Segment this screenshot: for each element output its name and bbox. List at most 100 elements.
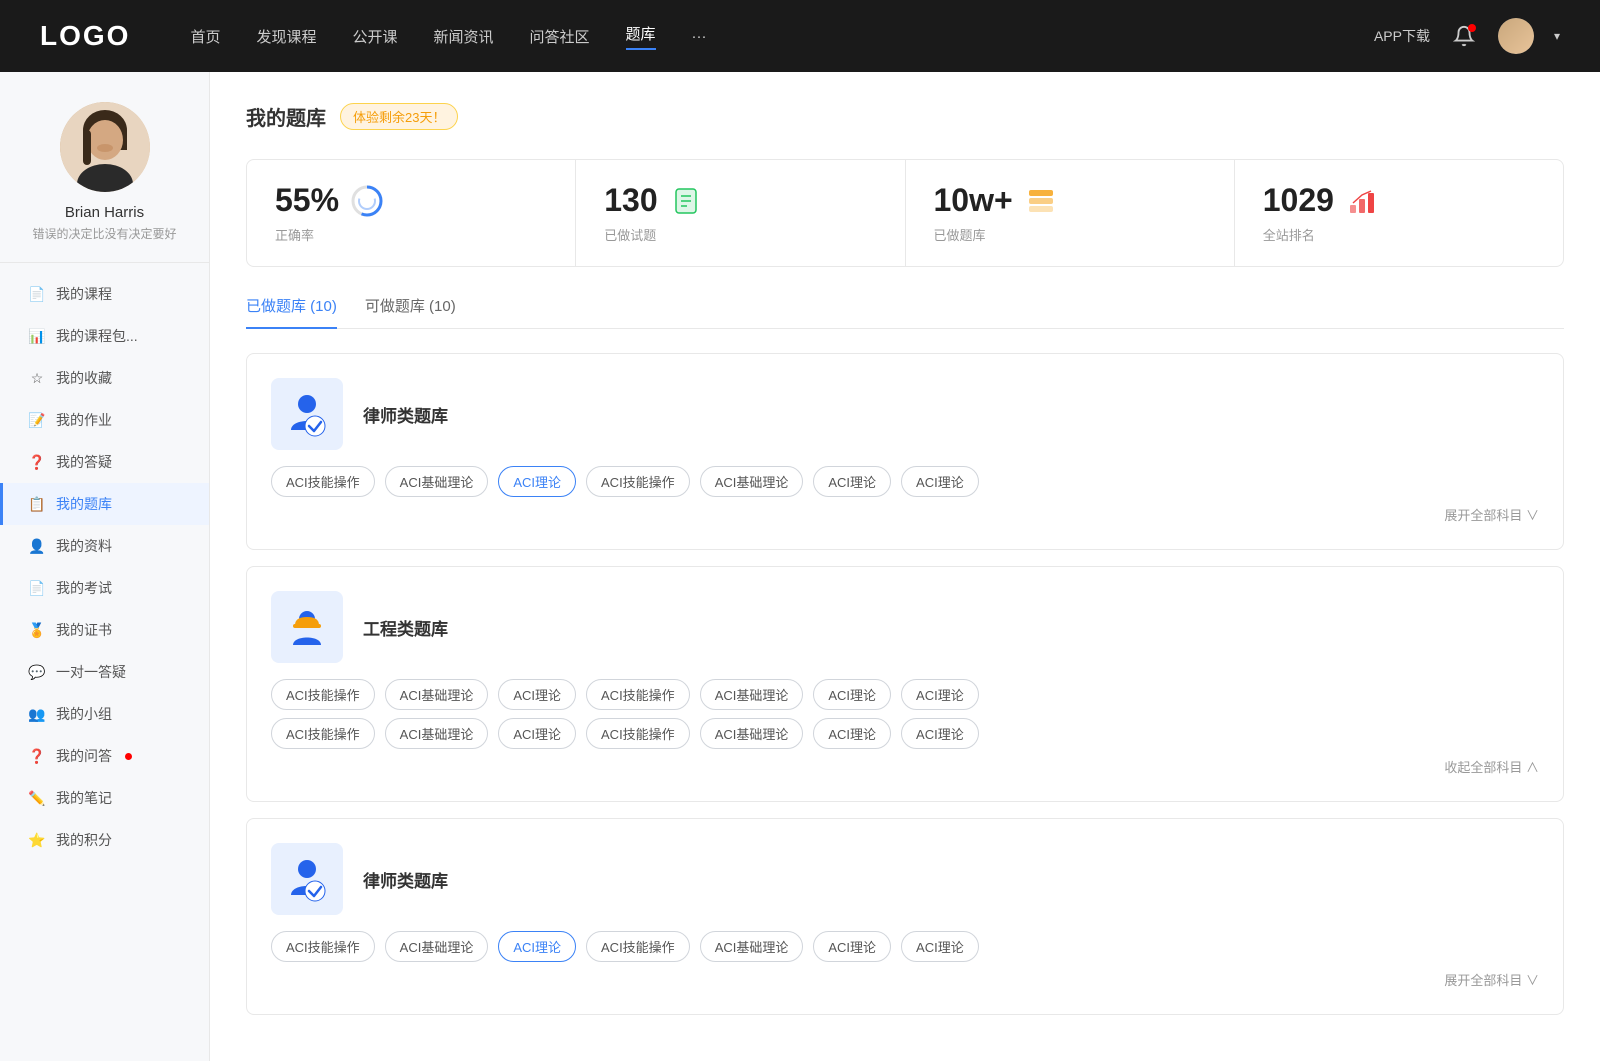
homework-label: 我的作业 bbox=[56, 410, 112, 430]
nav-right: APP下载 ▾ bbox=[1374, 18, 1560, 54]
tab-available-banks[interactable]: 可做题库 (10) bbox=[365, 295, 456, 328]
sidebar-item-exam[interactable]: 📄 我的考试 bbox=[0, 567, 209, 609]
sidebar-item-notes[interactable]: ✏️ 我的笔记 bbox=[0, 777, 209, 819]
eng-tag-8[interactable]: ACI基础理论 bbox=[385, 718, 489, 749]
sidebar-item-question-bank[interactable]: 📋 我的题库 bbox=[0, 483, 209, 525]
tag-3[interactable]: ACI技能操作 bbox=[586, 466, 690, 497]
my-courses-icon: 📄 bbox=[28, 285, 46, 303]
nav-news[interactable]: 新闻资讯 bbox=[434, 26, 494, 47]
user-avatar-nav[interactable] bbox=[1498, 18, 1534, 54]
sidebar-item-points[interactable]: ⭐ 我的积分 bbox=[0, 819, 209, 861]
chart-icon bbox=[1344, 183, 1380, 219]
l2-tag-2-selected[interactable]: ACI理论 bbox=[498, 931, 576, 962]
engineer-icon-wrap bbox=[271, 591, 343, 663]
certificate-label: 我的证书 bbox=[56, 620, 112, 640]
nav-more[interactable]: ··· bbox=[692, 28, 707, 45]
qa-label: 我的答疑 bbox=[56, 452, 112, 472]
sidebar: Brian Harris 错误的决定比没有决定要好 📄 我的课程 📊 我的课程包… bbox=[0, 72, 210, 1061]
expand-btn-2[interactable]: 收起全部科目 ∧ bbox=[1444, 760, 1539, 775]
eng-tag-6[interactable]: ACI理论 bbox=[901, 679, 979, 710]
page-wrap: Brian Harris 错误的决定比没有决定要好 📄 我的课程 📊 我的课程包… bbox=[0, 0, 1600, 1061]
sidebar-item-course-packages[interactable]: 📊 我的课程包... bbox=[0, 315, 209, 357]
sidebar-item-qa[interactable]: ❓ 我的答疑 bbox=[0, 441, 209, 483]
eng-tag-10[interactable]: ACI技能操作 bbox=[586, 718, 690, 749]
tab-done-banks[interactable]: 已做题库 (10) bbox=[246, 295, 337, 328]
tag-2-selected[interactable]: ACI理论 bbox=[498, 466, 576, 497]
l2-tag-5[interactable]: ACI理论 bbox=[813, 931, 891, 962]
l2-tag-4[interactable]: ACI基础理论 bbox=[700, 931, 804, 962]
expand-row-3: 展开全部科目 ∨ bbox=[271, 970, 1539, 990]
tag-5[interactable]: ACI理论 bbox=[813, 466, 891, 497]
notification-dot bbox=[1468, 24, 1476, 32]
course-packages-label: 我的课程包... bbox=[56, 326, 138, 346]
sidebar-item-my-qa[interactable]: ❓ 我的问答 bbox=[0, 735, 209, 777]
l2-tag-6[interactable]: ACI理论 bbox=[901, 931, 979, 962]
eng-tag-1[interactable]: ACI基础理论 bbox=[385, 679, 489, 710]
lawyer-icon-wrap bbox=[271, 378, 343, 450]
bank-card-engineer-tags-row2: ACI技能操作 ACI基础理论 ACI理论 ACI技能操作 ACI基础理论 AC… bbox=[271, 718, 1539, 749]
tag-0[interactable]: ACI技能操作 bbox=[271, 466, 375, 497]
eng-tag-0[interactable]: ACI技能操作 bbox=[271, 679, 375, 710]
engineer-icon bbox=[283, 603, 331, 651]
eng-tag-3[interactable]: ACI技能操作 bbox=[586, 679, 690, 710]
lawyer-icon-wrap-2 bbox=[271, 843, 343, 915]
favorites-label: 我的收藏 bbox=[56, 368, 112, 388]
eng-tag-5[interactable]: ACI理论 bbox=[813, 679, 891, 710]
sidebar-item-my-courses[interactable]: 📄 我的课程 bbox=[0, 273, 209, 315]
page-header: 我的题库 体验剩余23天！ bbox=[246, 102, 1564, 131]
eng-tag-4[interactable]: ACI基础理论 bbox=[700, 679, 804, 710]
tag-4[interactable]: ACI基础理论 bbox=[700, 466, 804, 497]
nav-qa[interactable]: 问答社区 bbox=[530, 26, 590, 47]
sidebar-item-certificate[interactable]: 🏅 我的证书 bbox=[0, 609, 209, 651]
sidebar-item-homework[interactable]: 📝 我的作业 bbox=[0, 399, 209, 441]
bank-card-lawyer-1: 律师类题库 ACI技能操作 ACI基础理论 ACI理论 ACI技能操作 ACI基… bbox=[246, 353, 1564, 550]
sidebar-item-favorites[interactable]: ☆ 我的收藏 bbox=[0, 357, 209, 399]
exam-label: 我的考试 bbox=[56, 578, 112, 598]
my-courses-label: 我的课程 bbox=[56, 284, 112, 304]
group-label: 我的小组 bbox=[56, 704, 112, 724]
l2-tag-3[interactable]: ACI技能操作 bbox=[586, 931, 690, 962]
doc-icon bbox=[668, 183, 704, 219]
nav-question-bank[interactable]: 题库 bbox=[626, 23, 656, 50]
pie-chart-icon bbox=[349, 183, 385, 219]
question-bank-label: 我的题库 bbox=[56, 494, 112, 514]
sidebar-username: Brian Harris bbox=[65, 204, 144, 221]
l2-tag-0[interactable]: ACI技能操作 bbox=[271, 931, 375, 962]
chevron-down-icon[interactable]: ▾ bbox=[1554, 29, 1560, 43]
notification-bell[interactable] bbox=[1450, 22, 1478, 50]
stat-correct-rate: 55% 正确率 bbox=[247, 160, 576, 266]
eng-tag-9[interactable]: ACI理论 bbox=[498, 718, 576, 749]
sidebar-motto: 错误的决定比没有决定要好 bbox=[32, 225, 176, 242]
list-icon bbox=[1023, 183, 1059, 219]
avatar-svg bbox=[60, 102, 150, 192]
tag-6[interactable]: ACI理论 bbox=[901, 466, 979, 497]
bank-card-lawyer-2-tags: ACI技能操作 ACI基础理论 ACI理论 ACI技能操作 ACI基础理论 AC… bbox=[271, 931, 1539, 962]
nav-discover[interactable]: 发现课程 bbox=[256, 26, 316, 47]
eng-tag-7[interactable]: ACI技能操作 bbox=[271, 718, 375, 749]
expand-btn-3[interactable]: 展开全部科目 ∨ bbox=[1444, 973, 1539, 988]
my-qa-icon: ❓ bbox=[28, 747, 46, 765]
bank-card-lawyer-2: 律师类题库 ACI技能操作 ACI基础理论 ACI理论 ACI技能操作 ACI基… bbox=[246, 818, 1564, 1015]
tag-1[interactable]: ACI基础理论 bbox=[385, 466, 489, 497]
stat-label-rank: 全站排名 bbox=[1263, 225, 1535, 244]
eng-tag-13[interactable]: ACI理论 bbox=[901, 718, 979, 749]
sidebar-profile: Brian Harris 错误的决定比没有决定要好 bbox=[0, 102, 209, 263]
l2-tag-1[interactable]: ACI基础理论 bbox=[385, 931, 489, 962]
eng-tag-2[interactable]: ACI理论 bbox=[498, 679, 576, 710]
points-icon: ⭐ bbox=[28, 831, 46, 849]
sidebar-item-1on1-qa[interactable]: 💬 一对一答疑 bbox=[0, 651, 209, 693]
favorites-icon: ☆ bbox=[28, 369, 46, 387]
sidebar-item-group[interactable]: 👥 我的小组 bbox=[0, 693, 209, 735]
stat-label-done: 已做试题 bbox=[604, 225, 876, 244]
nav-home[interactable]: 首页 bbox=[190, 26, 220, 47]
homework-icon: 📝 bbox=[28, 411, 46, 429]
main-content: 我的题库 体验剩余23天！ 55% 正确率 bbox=[210, 72, 1600, 1061]
eng-tag-12[interactable]: ACI理论 bbox=[813, 718, 891, 749]
sidebar-item-profile[interactable]: 👤 我的资料 bbox=[0, 525, 209, 567]
eng-tag-11[interactable]: ACI基础理论 bbox=[700, 718, 804, 749]
app-download-button[interactable]: APP下载 bbox=[1374, 26, 1430, 46]
nav-open-course[interactable]: 公开课 bbox=[352, 26, 397, 47]
expand-btn-1[interactable]: 展开全部科目 ∨ bbox=[1444, 508, 1539, 523]
expand-row-2: 收起全部科目 ∧ bbox=[271, 757, 1539, 777]
bank-card-engineer: 工程类题库 ACI技能操作 ACI基础理论 ACI理论 ACI技能操作 ACI基… bbox=[246, 566, 1564, 802]
